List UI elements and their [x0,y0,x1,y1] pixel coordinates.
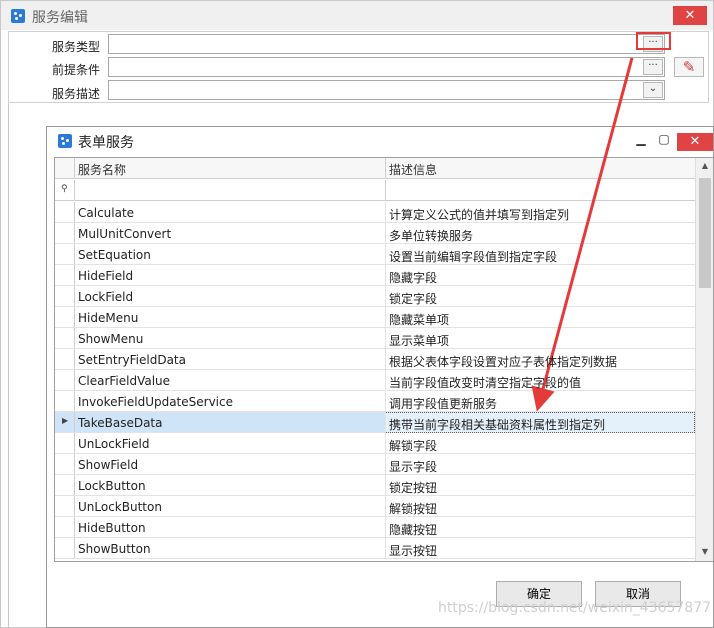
annotation-arrow [531,57,634,412]
cell-service-desc[interactable]: 多单位转换服务 [389,227,473,244]
cell-service-desc[interactable]: 设置当前编辑字段值到指定字段 [389,248,557,265]
cell-service-desc[interactable]: 锁定字段 [389,290,437,307]
cell-service-desc[interactable]: 显示按钮 [389,542,437,559]
watermark-text: https://blog.csdn.net/weixin_43657877 [438,600,712,616]
cell-service-desc[interactable]: 解锁按钮 [389,500,437,517]
cell-service-desc[interactable]: 隐藏按钮 [389,521,437,538]
cell-service-desc[interactable]: 计算定义公式的值并填写到指定列 [389,206,569,223]
cell-service-desc[interactable]: 调用字段值更新服务 [389,395,497,412]
cell-service-desc[interactable]: 当前字段值改变时清空指定字段的值 [389,374,581,391]
annotation-arrow-line [531,57,634,412]
cell-service-desc[interactable]: 隐藏字段 [389,269,437,286]
cell-service-desc[interactable]: 显示字段 [389,458,437,475]
cell-service-desc[interactable]: 锁定按钮 [389,479,437,496]
cell-service-desc[interactable]: 携带当前字段相关基础资料属性到指定列 [389,416,605,433]
cell-service-desc[interactable]: 解锁字段 [389,437,437,454]
cell-service-desc[interactable]: 显示菜单项 [389,332,449,349]
cell-service-desc[interactable]: 根据父表体字段设置对应子表体指定列数据 [389,353,617,370]
cell-service-desc[interactable]: 隐藏菜单项 [389,311,449,328]
